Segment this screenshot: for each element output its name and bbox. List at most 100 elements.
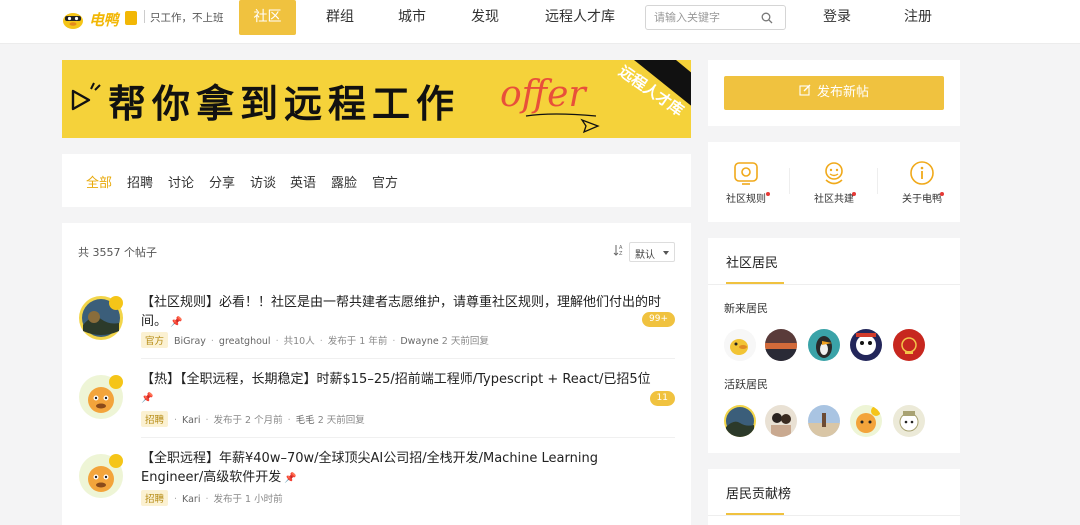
post-author[interactable]: BiGray <box>174 336 206 347</box>
list-item[interactable]: 【热】【全职远程，长期稳定】时薪$15–25/招前端工程师/Typescript… <box>62 368 691 440</box>
avatar[interactable] <box>850 329 882 361</box>
sort-icon[interactable]: A Z <box>613 243 625 257</box>
list-item[interactable]: 【社区规则】必看！！社区是由一帮共建者志愿维护，请尊重社区规则，理解他们付出的时… <box>62 289 691 361</box>
post-published: 发布于 1 年前 <box>327 336 388 347</box>
brand-badge-icon <box>125 11 137 25</box>
banner-offer-word: offer <box>500 74 586 115</box>
login-link[interactable]: 登录 <box>812 0 862 35</box>
link-separator <box>877 168 878 194</box>
post-divider <box>141 437 675 438</box>
nav-talent-pool[interactable]: 远程人才库 <box>535 0 625 35</box>
nav-discover[interactable]: 发现 <box>459 0 511 35</box>
nav-community[interactable]: 社区 <box>239 0 296 35</box>
pin-icon: 📌 <box>170 317 183 328</box>
nav-cities[interactable]: 城市 <box>386 0 438 35</box>
post-published: 发布于 2 个月前 <box>213 415 283 426</box>
residents-title: 社区居民 <box>726 256 779 271</box>
post-published: 发布于 1 小时前 <box>213 494 283 505</box>
post-meta: 招聘 · Kari · 发布于 2 个月前 · 毛毛 2 天前回复 <box>141 411 365 427</box>
post-people: 共10人 <box>283 336 315 347</box>
avatar[interactable] <box>893 405 925 437</box>
tab-share[interactable]: 分享 <box>209 172 235 191</box>
nav-groups[interactable]: 群组 <box>314 0 366 35</box>
pin-icon: 📌 <box>141 393 154 404</box>
category-tabs: 全部 招聘 讨论 分享 访谈 英语 露脸 官方 <box>62 154 691 207</box>
avatar[interactable] <box>850 405 882 437</box>
tab-show-face[interactable]: 露脸 <box>331 172 357 191</box>
post-replier[interactable]: 毛毛 <box>296 415 315 426</box>
tab-interview[interactable]: 访谈 <box>250 172 276 191</box>
link-co-build[interactable]: 社区共建 <box>804 160 864 205</box>
tab-official[interactable]: 官方 <box>372 172 398 191</box>
notification-dot <box>766 192 770 196</box>
post-coauthor[interactable]: greatghoul <box>219 336 271 347</box>
duck-logo-icon <box>63 13 83 29</box>
avatar[interactable] <box>808 405 840 437</box>
avatar[interactable] <box>765 405 797 437</box>
paper-plane-icon <box>525 113 600 134</box>
sparkle-icon <box>90 82 101 91</box>
sort-dropdown[interactable]: 默认 <box>629 242 675 262</box>
avatar[interactable] <box>78 295 124 341</box>
tab-discussion[interactable]: 讨论 <box>168 172 194 191</box>
info-icon <box>910 161 934 185</box>
notification-dot <box>852 192 856 196</box>
post-tag[interactable]: 官方 <box>141 332 169 348</box>
duck-icon <box>825 162 843 185</box>
pin-icon: 📌 <box>284 473 297 484</box>
promo-banner[interactable]: 帮你拿到远程工作 offer 远程人才库 <box>62 60 691 138</box>
post-title[interactable]: 【全职远程】年薪¥40w–70w/全球顶尖AI公司招/全栈开发/Machine … <box>141 451 598 485</box>
site-slogan: 只工作，不上班 <box>150 12 224 24</box>
post-list: 共 3557 个帖子 A Z 默认 【社区规则】必看！！社区是由一帮共建者志愿维… <box>62 223 691 525</box>
post-tag[interactable]: 招聘 <box>141 490 169 506</box>
tab-english[interactable]: 英语 <box>290 172 316 191</box>
section-divider <box>708 515 960 516</box>
notification-dot <box>940 192 944 196</box>
register-link[interactable]: 注册 <box>893 0 943 35</box>
tab-all[interactable]: 全部 <box>86 172 112 191</box>
tab-recruiting[interactable]: 招聘 <box>127 172 153 191</box>
post-count: 共 3557 个帖子 <box>78 246 157 259</box>
top-header: 电鸭 只工作，不上班 社区 群组 城市 发现 远程人才库 登录 注册 <box>0 0 1080 44</box>
avatar[interactable] <box>78 453 124 499</box>
avatar[interactable] <box>724 329 756 361</box>
section-underline <box>726 513 784 515</box>
search-box <box>645 5 786 30</box>
section-divider <box>708 284 960 285</box>
post-author[interactable]: Kari <box>182 494 200 505</box>
post-replied: 2 天前回复 <box>317 415 365 426</box>
search-icon[interactable] <box>761 12 773 24</box>
rank-title: 居民贡献榜 <box>726 487 792 502</box>
post-title[interactable]: 【社区规则】必看！！社区是由一帮共建者志愿维护，请尊重社区规则，理解他们付出的时… <box>141 295 661 329</box>
avatar[interactable] <box>724 405 756 437</box>
section-underline <box>726 282 784 284</box>
active-residents-heading: 活跃居民 <box>724 378 768 391</box>
slogan-divider <box>144 10 145 23</box>
link-community-rules[interactable]: 社区规则 <box>716 160 776 205</box>
new-residents-heading: 新来居民 <box>724 302 768 315</box>
post-meta: 招聘 · Kari · 发布于 1 小时前 <box>141 490 283 506</box>
post-replier[interactable]: Dwayne <box>400 336 438 347</box>
post-author[interactable]: Kari <box>182 415 200 426</box>
link-about[interactable]: 关于电鸭 <box>892 160 952 205</box>
banner-headline: 帮你拿到远程工作 <box>108 82 461 126</box>
avatar[interactable] <box>893 329 925 361</box>
reply-count-badge: 99+ <box>642 312 675 327</box>
reply-count-badge: 11 <box>649 391 675 406</box>
publish-post-button[interactable]: 发布新帖 <box>724 76 944 110</box>
post-title[interactable]: 【热】【全职远程，长期稳定】时薪$15–25/招前端工程师/Typescript… <box>141 372 651 387</box>
avatar[interactable] <box>78 374 124 420</box>
search-input[interactable] <box>654 10 754 25</box>
chevron-down-icon <box>663 251 669 255</box>
post-tag[interactable]: 招聘 <box>141 411 169 427</box>
sort-value: 默认 <box>635 250 655 261</box>
edit-icon <box>799 84 811 96</box>
list-item[interactable]: 【全职远程】年薪¥40w–70w/全球顶尖AI公司招/全栈开发/Machine … <box>62 447 691 525</box>
link-separator <box>789 168 790 194</box>
publish-card: 发布新帖 <box>708 60 960 126</box>
post-replied: 2 天前回复 <box>441 336 489 347</box>
post-meta: 官方 BiGray · greatghoul · 共10人 · 发布于 1 年前 · Dwayne… <box>141 332 489 348</box>
site-logo[interactable]: 电鸭 <box>62 6 140 29</box>
avatar[interactable] <box>765 329 797 361</box>
avatar[interactable] <box>808 329 840 361</box>
